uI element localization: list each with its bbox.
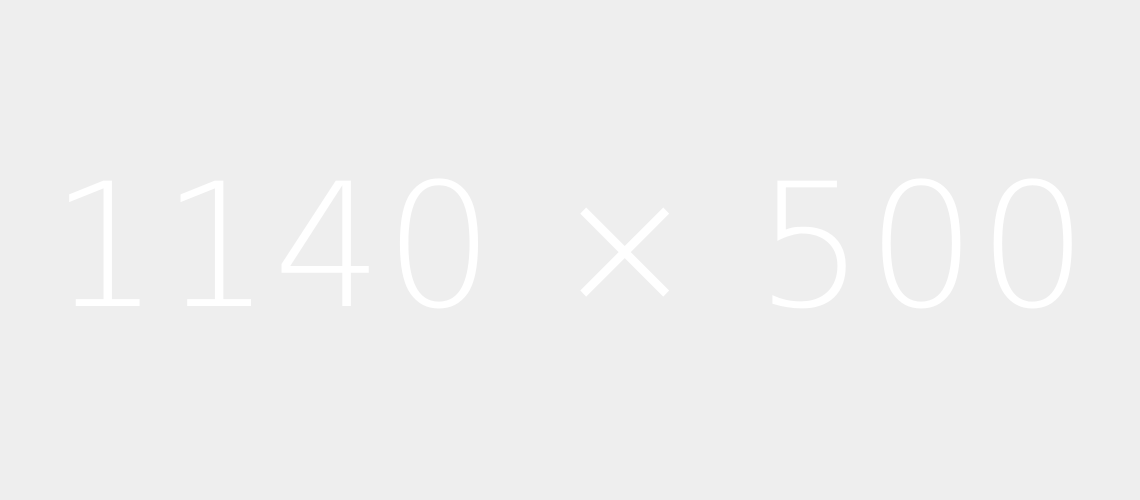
placeholder-dimensions-label: 1140 × 500 <box>50 146 1090 347</box>
placeholder-image: 1140 × 500 <box>0 0 1140 500</box>
